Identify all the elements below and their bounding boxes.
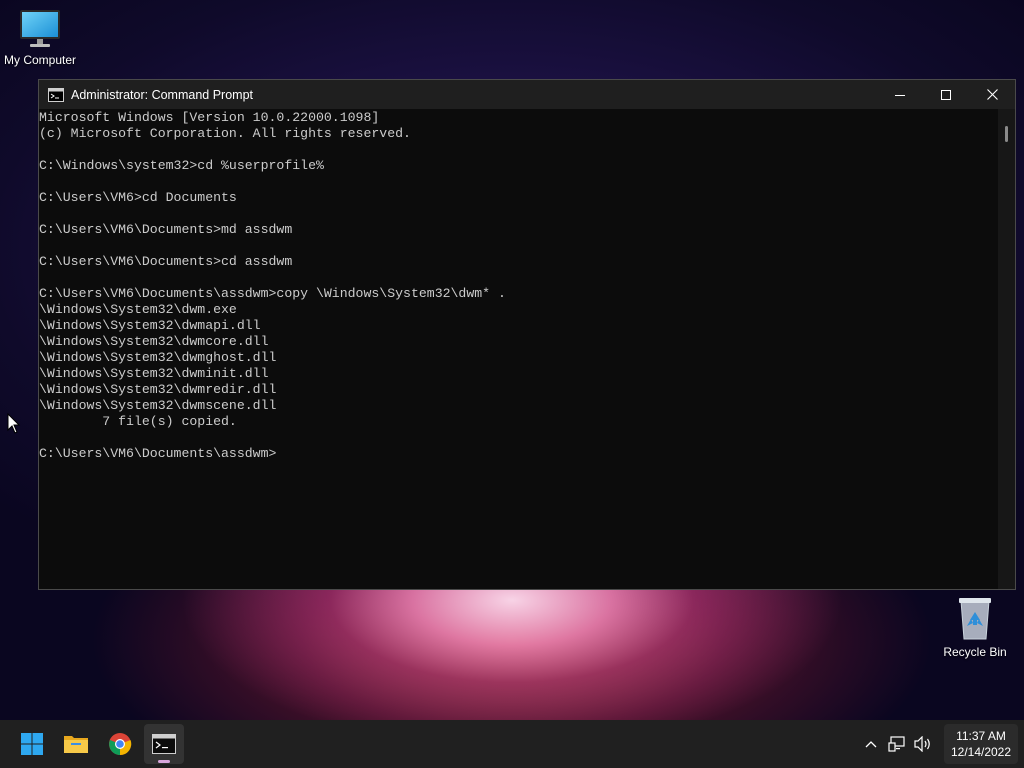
desktop-icon-recycle-bin[interactable]: Recycle Bin bbox=[935, 596, 1015, 659]
window-title: Administrator: Command Prompt bbox=[71, 87, 254, 102]
clock-date: 12/14/2022 bbox=[950, 745, 1012, 759]
mouse-cursor-icon bbox=[7, 413, 21, 434]
chrome-icon bbox=[109, 733, 132, 756]
console-line: \Windows\System32\dwmapi.dll bbox=[39, 318, 261, 333]
console-line: \Windows\System32\dwminit.dll bbox=[39, 366, 269, 381]
console-line: C:\Users\VM6\Documents\assdwm> bbox=[39, 446, 277, 461]
console-output[interactable]: Microsoft Windows [Version 10.0.22000.10… bbox=[39, 109, 999, 589]
taskbar: 11:37 AM 12/14/2022 bbox=[0, 720, 1024, 768]
desktop-icon-label: My Computer bbox=[3, 53, 77, 67]
taskbar-clock[interactable]: 11:37 AM 12/14/2022 bbox=[944, 724, 1018, 764]
close-button[interactable] bbox=[969, 80, 1015, 109]
console-line: C:\Users\VM6\Documents>cd assdwm bbox=[39, 254, 293, 269]
clock-time: 11:37 AM bbox=[956, 729, 1006, 743]
desktop-icon-my-computer[interactable]: My Computer bbox=[0, 8, 80, 67]
maximize-icon bbox=[941, 89, 951, 100]
file-explorer-icon bbox=[64, 736, 88, 753]
minimize-icon bbox=[895, 94, 905, 96]
windows-start-icon bbox=[21, 733, 43, 755]
console-line: Microsoft Windows [Version 10.0.22000.10… bbox=[39, 110, 380, 125]
console-line: 7 file(s) copied. bbox=[39, 414, 237, 429]
desktop-icon-label: Recycle Bin bbox=[943, 645, 1007, 659]
console-line: C:\Users\VM6>cd Documents bbox=[39, 190, 237, 205]
command-prompt-window[interactable]: Administrator: Command Prompt Microsoft … bbox=[38, 79, 1016, 590]
monitor-icon bbox=[20, 10, 60, 47]
console-line: \Windows\System32\dwmcore.dll bbox=[39, 334, 269, 349]
console-line: \Windows\System32\dwmghost.dll bbox=[39, 350, 277, 365]
cmd-icon bbox=[48, 87, 64, 102]
console-line: \Windows\System32\dwmredir.dll bbox=[39, 382, 277, 397]
chevron-up-icon bbox=[865, 741, 877, 748]
show-hidden-icons-button[interactable] bbox=[858, 729, 884, 759]
terminal-icon bbox=[152, 734, 176, 754]
close-icon bbox=[986, 89, 998, 100]
start-button[interactable] bbox=[12, 724, 52, 764]
console-line: \Windows\System32\dwm.exe bbox=[39, 302, 237, 317]
console-line: C:\Users\VM6\Documents>md assdwm bbox=[39, 222, 293, 237]
console-line: C:\Users\VM6\Documents\assdwm>copy \Wind… bbox=[39, 286, 506, 301]
volume-button[interactable] bbox=[910, 729, 936, 759]
taskbar-chrome[interactable] bbox=[100, 724, 140, 764]
taskbar-file-explorer[interactable] bbox=[56, 724, 96, 764]
console-line: (c) Microsoft Corporation. All rights re… bbox=[39, 126, 411, 141]
recycle-bin-icon bbox=[959, 598, 991, 640]
scrollbar-thumb[interactable] bbox=[1005, 126, 1008, 142]
system-tray: 11:37 AM 12/14/2022 bbox=[858, 720, 1024, 768]
console-line: C:\Windows\system32>cd %userprofile% bbox=[39, 158, 324, 173]
network-button[interactable] bbox=[884, 729, 910, 759]
volume-icon bbox=[914, 736, 930, 752]
taskbar-terminal[interactable] bbox=[144, 724, 184, 764]
window-titlebar[interactable]: Administrator: Command Prompt bbox=[39, 80, 1015, 109]
maximize-button[interactable] bbox=[923, 80, 969, 109]
vertical-scrollbar[interactable] bbox=[998, 109, 1015, 589]
network-icon bbox=[888, 736, 905, 752]
minimize-button[interactable] bbox=[877, 80, 923, 109]
console-line: \Windows\System32\dwmscene.dll bbox=[39, 398, 277, 413]
